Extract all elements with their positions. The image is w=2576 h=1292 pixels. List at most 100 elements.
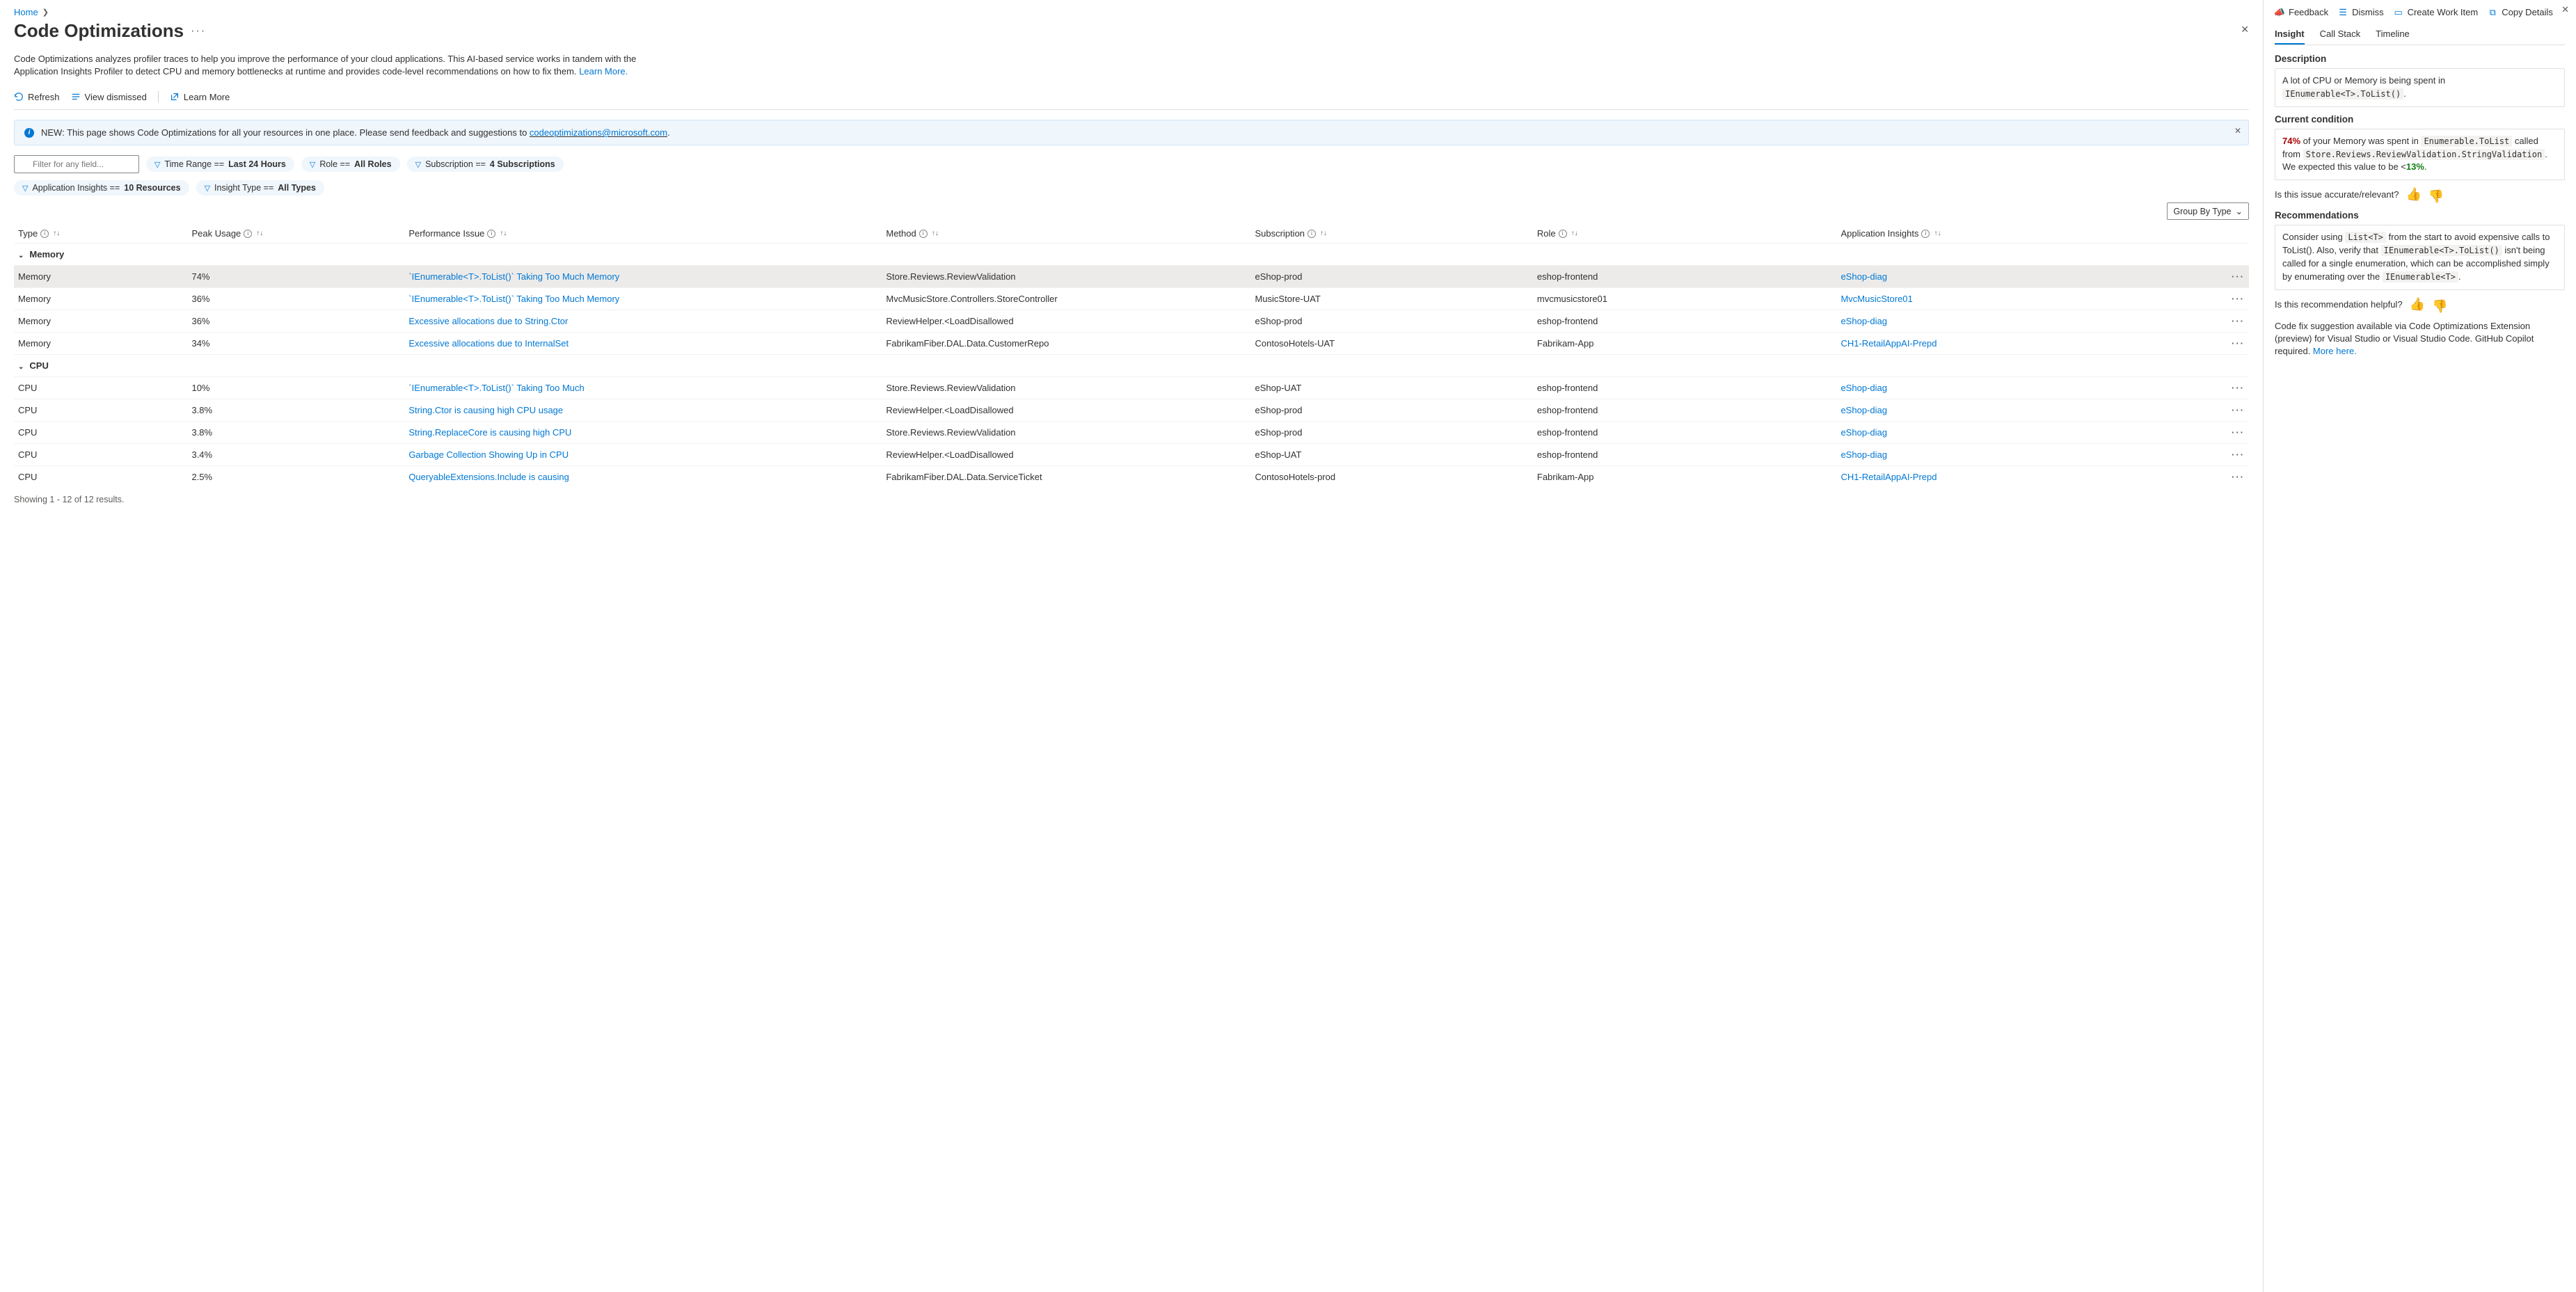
funnel-icon: ▽ [415, 160, 421, 169]
row-more-button[interactable]: ··· [2184, 466, 2249, 488]
table-row[interactable]: Memory36% `IEnumerable<T>.ToList()` Taki… [14, 288, 2249, 310]
col-subscription[interactable]: Subscriptioni↑↓ [1250, 224, 1532, 244]
create-work-item-button[interactable]: ▭Create Work Item [2394, 7, 2479, 17]
more-here-link[interactable]: More here. [2313, 346, 2357, 356]
row-more-button[interactable]: ··· [2184, 310, 2249, 333]
panel-close-icon[interactable]: ✕ [2561, 4, 2569, 15]
learn-more-button[interactable]: Learn More [170, 92, 230, 102]
separator [158, 91, 159, 102]
condition-percent: 74% [2282, 136, 2300, 146]
table-row[interactable]: Memory74% `IEnumerable<T>.ToList()` Taki… [14, 266, 2249, 288]
app-insights-filter[interactable]: ▽ Application Insights == 10 Resources [14, 180, 189, 196]
ai-link[interactable]: eShop-diag [1840, 316, 1887, 326]
ai-link[interactable]: eShop-diag [1840, 405, 1887, 415]
view-dismissed-button[interactable]: View dismissed [71, 92, 147, 102]
ai-link[interactable]: eShop-diag [1840, 427, 1887, 438]
copy-details-button[interactable]: ⧉Copy Details [2488, 7, 2553, 17]
sort-icon: ↑↓ [500, 230, 507, 237]
role-filter[interactable]: ▽ Role == All Roles [301, 157, 400, 172]
thumbs-down-icon[interactable]: 👍 [2432, 298, 2447, 313]
thumbs-up-icon[interactable]: 👍 [2410, 297, 2425, 312]
issue-link[interactable]: Excessive allocations due to String.Ctor [408, 316, 568, 326]
ai-link[interactable]: eShop-diag [1840, 271, 1887, 282]
tab-call-stack[interactable]: Call Stack [2320, 24, 2361, 45]
time-range-filter[interactable]: ▽ Time Range == Last 24 Hours [146, 157, 294, 172]
tab-timeline[interactable]: Timeline [2376, 24, 2410, 45]
ai-link[interactable]: eShop-diag [1840, 383, 1887, 393]
funnel-icon: ▽ [310, 160, 315, 169]
issue-link[interactable]: `IEnumerable<T>.ToList()` Taking Too Muc… [408, 383, 584, 393]
row-more-button[interactable]: ··· [2184, 444, 2249, 466]
filter-input[interactable] [14, 155, 139, 173]
col-method[interactable]: Methodi↑↓ [882, 224, 1250, 244]
col-issue[interactable]: Performance Issuei↑↓ [404, 224, 882, 244]
row-more-button[interactable]: ··· [2184, 377, 2249, 399]
info-icon: i [24, 128, 34, 138]
info-icon: i [487, 230, 495, 238]
ai-link[interactable]: MvcMusicStore01 [1840, 294, 1912, 304]
issue-link[interactable]: Garbage Collection Showing Up in CPU [408, 449, 569, 460]
refresh-button[interactable]: Refresh [14, 92, 60, 102]
group-by-dropdown[interactable]: Group By Type ⌄ [2167, 202, 2249, 220]
thumbs-up-icon[interactable]: 👍 [2406, 187, 2421, 202]
chevron-down-icon: ⌄ [18, 363, 24, 371]
col-type[interactable]: Typei↑↓ [14, 224, 187, 244]
close-icon[interactable]: ✕ [2241, 24, 2249, 35]
table-row[interactable]: CPU3.8% String.ReplaceCore is causing hi… [14, 422, 2249, 444]
external-link-icon [170, 92, 180, 102]
funnel-icon: ▽ [22, 184, 28, 193]
book-icon: ▭ [2394, 8, 2403, 17]
row-more-button[interactable]: ··· [2184, 288, 2249, 310]
col-peak[interactable]: Peak Usagei↑↓ [187, 224, 404, 244]
table-row[interactable]: CPU2.5% QueryableExtensions.Include is c… [14, 466, 2249, 488]
feedback-email-link[interactable]: codeoptimizations@microsoft.com [530, 127, 667, 138]
issue-link[interactable]: Excessive allocations due to InternalSet [408, 338, 569, 349]
banner-text: NEW: This page shows Code Optimizations … [41, 127, 530, 138]
ai-link[interactable]: eShop-diag [1840, 449, 1887, 460]
group-cpu[interactable]: ⌄CPU [14, 355, 2249, 377]
ai-link[interactable]: CH1-RetailAppAI-Prepd [1840, 338, 1937, 349]
list-icon: ☰ [2338, 8, 2348, 17]
ai-link[interactable]: CH1-RetailAppAI-Prepd [1840, 472, 1937, 482]
col-ai[interactable]: Application Insightsi↑↓ [1836, 224, 2184, 244]
issue-link[interactable]: String.Ctor is causing high CPU usage [408, 405, 563, 415]
issue-link[interactable]: String.ReplaceCore is causing high CPU [408, 427, 571, 438]
optimizations-table: Typei↑↓ Peak Usagei↑↓ Performance Issuei… [14, 224, 2249, 488]
command-bar: Refresh View dismissed Learn More [14, 87, 2249, 110]
breadcrumb: Home ❯ [14, 7, 2249, 17]
recommendations-heading: Recommendations [2275, 210, 2565, 221]
feedback-button[interactable]: 📣Feedback [2275, 7, 2328, 17]
row-more-button[interactable]: ··· [2184, 266, 2249, 288]
table-row[interactable]: Memory36% Excessive allocations due to S… [14, 310, 2249, 333]
insight-type-filter[interactable]: ▽ Insight Type == All Types [196, 180, 324, 196]
dismiss-button[interactable]: ☰Dismiss [2338, 7, 2384, 17]
refresh-icon [14, 92, 24, 102]
table-row[interactable]: CPU3.8% String.Ctor is causing high CPU … [14, 399, 2249, 422]
row-more-button[interactable]: ··· [2184, 422, 2249, 444]
info-icon: i [244, 230, 252, 238]
issue-link[interactable]: QueryableExtensions.Include is causing [408, 472, 569, 482]
thumbs-down-icon[interactable]: 👍 [2428, 189, 2444, 203]
info-icon: i [1559, 230, 1567, 238]
tab-insight[interactable]: Insight [2275, 24, 2305, 45]
subscription-filter[interactable]: ▽ Subscription == 4 Subscriptions [407, 157, 564, 172]
row-more-button[interactable]: ··· [2184, 399, 2249, 422]
recommendations-box: Consider using List<T> from the start to… [2275, 225, 2565, 289]
sort-icon: ↑↓ [53, 230, 60, 237]
chevron-right-icon: ❯ [42, 8, 49, 17]
banner-close-icon[interactable]: ✕ [2234, 126, 2241, 136]
table-row[interactable]: CPU10% `IEnumerable<T>.ToList()` Taking … [14, 377, 2249, 399]
extension-note: Code fix suggestion available via Code O… [2275, 320, 2565, 358]
learn-more-link[interactable]: Learn More. [579, 66, 628, 77]
funnel-icon: ▽ [154, 160, 160, 169]
issue-link[interactable]: `IEnumerable<T>.ToList()` Taking Too Muc… [408, 294, 619, 304]
breadcrumb-home-link[interactable]: Home [14, 7, 38, 17]
col-role[interactable]: Rolei↑↓ [1533, 224, 1837, 244]
more-icon[interactable]: ··· [191, 25, 206, 38]
condition-heading: Current condition [2275, 114, 2565, 125]
table-row[interactable]: CPU3.4% Garbage Collection Showing Up in… [14, 444, 2249, 466]
group-memory[interactable]: ⌄Memory [14, 244, 2249, 266]
issue-link[interactable]: `IEnumerable<T>.ToList()` Taking Too Muc… [408, 271, 619, 282]
row-more-button[interactable]: ··· [2184, 333, 2249, 355]
table-row[interactable]: Memory34% Excessive allocations due to I… [14, 333, 2249, 355]
